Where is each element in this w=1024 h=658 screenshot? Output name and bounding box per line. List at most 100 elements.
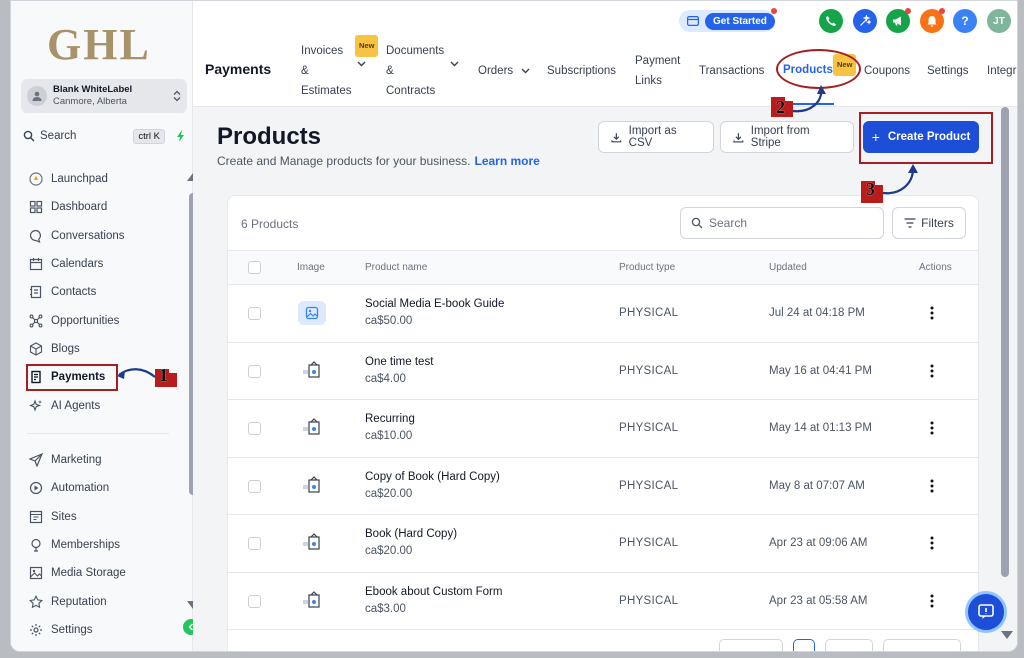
row-checkbox[interactable] [248,364,261,378]
account-name: Blank WhiteLabel [53,84,133,95]
membership-icon [31,538,41,552]
announcements-button[interactable] [886,8,911,33]
main-scrollbar[interactable] [1001,107,1009,577]
row-actions-menu-icon[interactable] [925,361,939,381]
learn-more-link[interactable]: Learn more [474,154,539,168]
filter-icon [904,218,916,228]
table-row[interactable]: Copy of Book (Hard Copy) ca$20.00 PHYSIC… [228,458,978,515]
tab-label: Subscriptions [547,65,617,77]
account-switcher[interactable]: Blank WhiteLabel Canmore, Alberta [21,79,187,113]
sidebar-item-contacts[interactable]: Contacts [27,278,177,306]
pagination-prev[interactable] [719,639,783,651]
tab-label: Transactions [699,65,765,77]
row-checkbox[interactable] [248,537,261,550]
section-title: Payments [205,61,272,77]
table-row[interactable]: Recurring ca$10.00 PHYSICAL May 14 at 01… [228,400,978,458]
sidebar-search[interactable]: Search ctrl K [23,125,189,147]
product-name[interactable]: One time test [365,356,433,368]
download-icon [611,132,622,142]
table-row[interactable]: One time test ca$4.00 PHYSICAL May 16 at… [228,343,978,400]
sidebar-item-label: Conversations [51,229,125,242]
brand-logo[interactable]: GHL [47,19,151,70]
sidebar-item-calendars[interactable]: Calendars [27,250,177,278]
column-product-type[interactable]: Product type [619,262,675,273]
notifications-button[interactable] [920,8,945,33]
tab-payment-links[interactable]: Payment Links [635,51,680,91]
sidebar-item-launchpad[interactable]: Launchpad [27,165,177,193]
tab-invoices-estimates[interactable]: New Invoices & Estimates [301,35,379,101]
column-image[interactable]: Image [297,262,325,273]
product-thumb-icon [298,589,326,613]
row-actions-menu-icon[interactable] [925,418,939,438]
filters-label: Filters [921,216,954,230]
product-name[interactable]: Recurring [365,413,415,425]
product-price: ca$4.00 [365,372,406,385]
tab-orders[interactable]: Orders [478,61,530,81]
magic-button[interactable] [853,9,877,33]
row-actions-menu-icon[interactable] [925,303,939,323]
product-name[interactable]: Social Media E-book Guide [365,298,504,310]
sidebar-item-opportunities[interactable]: Opportunities [27,306,177,334]
user-avatar[interactable]: JT [987,9,1011,33]
tab-integrations[interactable]: Integra [987,61,1017,81]
select-all-checkbox[interactable] [248,261,261,274]
send-icon [29,453,43,468]
row-actions-menu-icon[interactable] [925,476,939,496]
column-product-name[interactable]: Product name [365,262,427,273]
page-size-select[interactable] [883,639,961,651]
chat-icon [29,229,41,243]
product-name[interactable]: Copy of Book (Hard Copy) [365,471,500,483]
sidebar-item-conversations[interactable]: Conversations [27,222,177,250]
support-chat-button[interactable] [965,591,1007,633]
sidebar-item-ai-agents[interactable]: AI Agents [27,391,177,419]
search-shortcut: ctrl K [133,128,165,144]
tab-subscriptions[interactable]: Subscriptions [547,61,616,81]
product-type: PHYSICAL [619,594,679,607]
top-header: Get Started ? JT Payments New Invoices &… [193,1,1017,107]
sidebar-item-reputation[interactable]: Reputation [27,587,177,615]
sidebar-item-sites[interactable]: Sites [27,503,177,531]
table-row[interactable]: Ebook about Custom Form ca$3.00 PHYSICAL… [228,573,978,630]
sidebar-item-dashboard[interactable]: Dashboard [27,193,177,221]
sidebar-item-memberships[interactable]: Memberships [27,531,177,559]
sidebar-item-blogs[interactable]: Blogs [27,335,177,363]
contacts-icon [30,286,42,299]
get-started-button[interactable]: Get Started [679,8,777,32]
row-checkbox[interactable] [248,422,261,435]
products-search-input[interactable]: Search [680,207,884,239]
import-csv-button[interactable]: Import as CSV [598,121,714,153]
lightning-icon[interactable] [173,128,189,144]
row-actions-menu-icon[interactable] [925,591,939,611]
product-price: ca$20.00 [365,545,413,557]
tab-transactions[interactable]: Transactions [699,61,764,81]
row-actions-menu-icon[interactable] [925,533,939,553]
table-row[interactable]: Book (Hard Copy) ca$20.00 PHYSICAL Apr 2… [228,515,978,573]
tab-settings[interactable]: Settings [927,61,969,81]
help-button[interactable]: ? [953,9,977,33]
sidebar-item-settings[interactable]: Settings [27,616,177,644]
sidebar-item-automation[interactable]: Automation [27,474,177,502]
filters-button[interactable]: Filters [892,207,966,239]
chevron-down-icon[interactable] [450,61,459,67]
row-checkbox[interactable] [248,479,261,493]
pagination-page[interactable] [793,639,815,651]
row-checkbox[interactable] [248,307,261,320]
product-price: ca$10.00 [365,430,413,442]
product-name[interactable]: Ebook about Custom Form [365,586,502,598]
tab-coupons[interactable]: Coupons [864,61,910,81]
import-stripe-button[interactable]: Import from Stripe [720,121,854,153]
sidebar-item-label: Memberships [51,539,121,552]
sidebar-item-media-storage[interactable]: Media Storage [27,559,177,587]
row-checkbox[interactable] [248,594,261,608]
table-row[interactable]: Social Media E-book Guide ca$50.00 PHYSI… [228,285,978,343]
main-scroll-down[interactable] [1001,631,1013,639]
tab-label-line: Documents [386,45,445,57]
product-name[interactable]: Book (Hard Copy) [365,528,457,540]
sidebar-item-marketing[interactable]: Marketing [27,446,177,474]
column-updated[interactable]: Updated [769,262,807,273]
account-avatar-icon [27,86,47,106]
phone-button[interactable] [819,9,843,33]
tab-documents-contracts[interactable]: Documents & Contracts [386,41,444,101]
chevron-down-icon[interactable] [357,61,366,67]
pagination-next[interactable] [825,639,873,651]
